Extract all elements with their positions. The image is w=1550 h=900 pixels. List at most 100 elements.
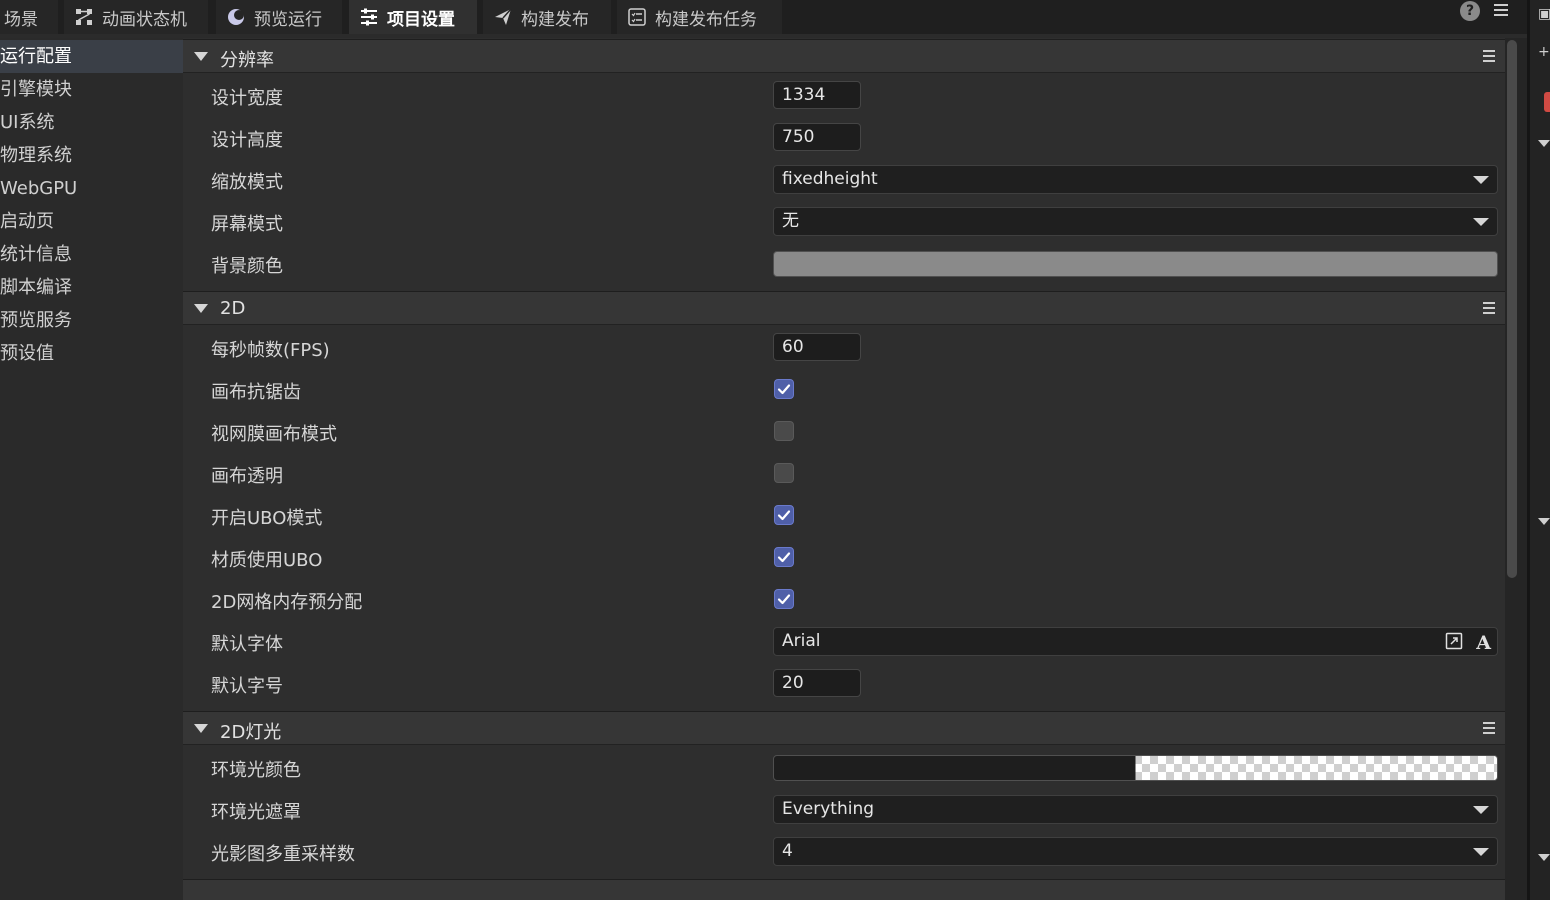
field-label: 缩放模式 [211,172,283,193]
shadow-samples-select[interactable]: 4 [773,837,1498,866]
section-menu-icon[interactable] [1483,722,1495,737]
row-fps: 每秒帧数(FPS) 60 [183,327,1505,369]
row-ambient-color: 环境光颜色 [183,747,1505,789]
row-transparent: 画布透明 [183,453,1505,495]
antialias-checkbox[interactable] [774,379,794,399]
dropdown-arrow-icon [1473,218,1489,226]
state-machine-icon [76,9,92,25]
row-scale-mode: 缩放模式 fixedheight [183,159,1505,201]
field-label: 材质使用UBO [211,550,323,571]
collapse-caret-icon[interactable] [194,724,208,733]
checkmark-icon [777,384,791,395]
sidebar-item-runtime-config[interactable]: 运行配置 [0,40,183,73]
sidebar-item-engine-modules[interactable]: 引擎模块 [0,73,183,106]
checkmark-icon [777,552,791,563]
font-value: Arial [782,631,821,651]
row-default-font: 默认字体 Arial A [183,621,1505,663]
row-design-height: 设计高度 750 [183,117,1505,159]
help-icon[interactable]: ? [1460,1,1480,21]
sidebar-item-physics[interactable]: 物理系统 [0,139,183,172]
section-menu-icon[interactable] [1483,302,1495,317]
screen-mode-select[interactable]: 无 [773,207,1498,236]
row-default-font-size: 默认字号 20 [183,663,1505,705]
tab-preview-run[interactable]: 预览运行 [216,0,342,34]
chevron-down-icon[interactable] [1538,140,1550,147]
sidebar-item-preview-service[interactable]: 预览服务 [0,304,183,337]
field-label: 屏幕模式 [211,214,283,235]
chevron-down-icon[interactable] [1538,854,1550,861]
tab-label: 预览运行 [254,9,322,30]
field-label: 视网膜画布模式 [211,424,337,445]
ambient-mask-select[interactable]: Everything [773,795,1498,824]
design-height-input[interactable]: 750 [773,123,861,151]
row-bg-color: 背景颜色 [183,243,1505,285]
tab-build-publish-tasks[interactable]: 构建发布任务 [617,0,782,34]
field-label: 默认字体 [211,634,283,655]
error-badge-icon [1544,92,1550,112]
add-icon[interactable]: + [1538,44,1550,60]
tab-scene[interactable]: 场景 [0,0,58,34]
fps-input[interactable]: 60 [773,333,861,361]
background-color-picker[interactable] [773,251,1498,277]
dropdown-arrow-icon [1473,176,1489,184]
row-retina: 视网膜画布模式 [183,411,1505,453]
collapse-caret-icon[interactable] [194,304,208,313]
sidebar-item-presets[interactable]: 预设值 [0,337,183,370]
field-label: 画布抗锯齿 [211,382,301,403]
design-width-input[interactable]: 1334 [773,81,861,109]
sidebar-item-ui-system[interactable]: UI系统 [0,106,183,139]
task-list-icon [628,8,646,26]
panel-icon[interactable]: ▣ [1538,6,1550,22]
send-icon [495,8,512,25]
pick-asset-icon[interactable] [1445,632,1463,650]
field-label: 环境光颜色 [211,760,301,781]
collapse-caret-icon[interactable] [194,52,208,61]
sidebar-item-stats[interactable]: 统计信息 [0,238,183,271]
section-header-2d-light[interactable]: 2D灯光 [183,711,1505,745]
field-label: 开启UBO模式 [211,508,323,529]
tab-label: 构建发布任务 [655,9,757,30]
sidebar-item-splash[interactable]: 启动页 [0,205,183,238]
tab-bar: 场景 动画状态机 预览运行 项目设置 构建发布 构建发布任务 ? [0,0,1527,34]
scrollbar-thumb[interactable] [1507,40,1517,578]
retina-checkbox[interactable] [774,421,794,441]
section-header-resolution[interactable]: 分辨率 [183,39,1505,73]
default-font-field[interactable]: Arial A [773,627,1498,656]
scale-mode-select[interactable]: fixedheight [773,165,1498,194]
tab-animation-state-machine[interactable]: 动画状态机 [64,0,208,34]
tab-build-publish[interactable]: 构建发布 [483,0,611,34]
settings-sliders-icon [361,8,377,26]
settings-panel: 分辨率 设计宽度 1334 设计高度 750 缩放模式 fixedheight … [183,38,1505,900]
material-ubo-checkbox[interactable] [774,547,794,567]
settings-sidebar: 运行配置 引擎模块 UI系统 物理系统 WebGPU 启动页 统计信息 脚本编译… [0,38,183,900]
select-value: 无 [782,211,799,231]
mesh-prealloc-checkbox[interactable] [774,589,794,609]
select-value: fixedheight [782,169,878,189]
field-label: 设计宽度 [211,88,283,109]
row-ambient-mask: 环境光遮罩 Everything [183,789,1505,831]
font-icon[interactable]: A [1476,630,1491,657]
section-header-next[interactable] [183,879,1505,900]
default-font-size-input[interactable]: 20 [773,669,861,697]
transparent-checkbox[interactable] [774,463,794,483]
checkmark-icon [777,510,791,521]
row-shadow-samples: 光影图多重采样数 4 [183,831,1505,873]
tab-project-settings[interactable]: 项目设置 [349,0,477,34]
tab-label: 场景 [4,9,38,30]
row-mesh-prealloc: 2D网格内存预分配 [183,579,1505,621]
section-title: 分辨率 [220,50,274,71]
chevron-down-icon[interactable] [1538,518,1550,525]
field-label: 设计高度 [211,130,283,151]
field-label: 默认字号 [211,676,283,697]
dropdown-arrow-icon [1473,806,1489,814]
section-menu-icon[interactable] [1483,50,1495,65]
sidebar-item-webgpu[interactable]: WebGPU [0,172,183,205]
ubo-mode-checkbox[interactable] [774,505,794,525]
menu-icon[interactable] [1494,4,1508,18]
field-label: 环境光遮罩 [211,802,301,823]
sidebar-item-script-compile[interactable]: 脚本编译 [0,271,183,304]
dropdown-arrow-icon [1473,848,1489,856]
ambient-color-picker[interactable] [773,755,1498,781]
section-header-2d[interactable]: 2D [183,291,1505,325]
field-label: 背景颜色 [211,256,283,277]
